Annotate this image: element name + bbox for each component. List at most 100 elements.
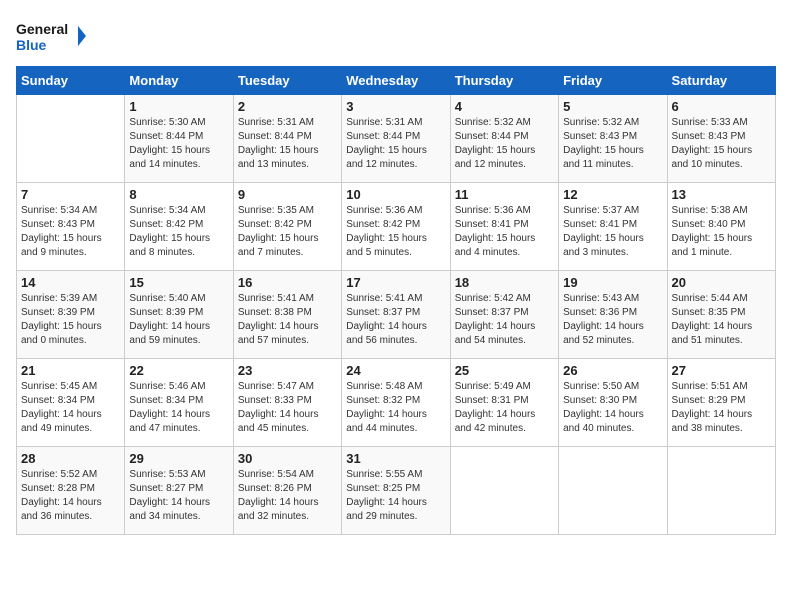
day-number: 18 <box>455 275 554 290</box>
day-header-monday: Monday <box>125 67 233 95</box>
calendar-week-row: 1Sunrise: 5:30 AMSunset: 8:44 PMDaylight… <box>17 95 776 183</box>
day-info: Sunrise: 5:55 AMSunset: 8:25 PMDaylight:… <box>346 468 445 524</box>
day-info: Sunrise: 5:41 AMSunset: 8:37 PMDaylight:… <box>346 292 445 348</box>
calendar-cell <box>667 447 775 535</box>
calendar-cell: 8 Sunrise: 5:34 AMSunset: 8:42 PMDaylight… <box>125 183 233 271</box>
calendar-cell: 23 Sunrise: 5:47 AMSunset: 8:33 PMDayligh… <box>233 359 341 447</box>
day-info: Sunrise: 5:32 AMSunset: 8:43 PMDaylight:… <box>563 116 662 172</box>
day-header-tuesday: Tuesday <box>233 67 341 95</box>
day-number: 5 <box>563 99 662 114</box>
day-info: Sunrise: 5:37 AMSunset: 8:41 PMDaylight:… <box>563 204 662 260</box>
calendar-table: SundayMondayTuesdayWednesdayThursdayFrid… <box>16 66 776 535</box>
day-number: 30 <box>238 451 337 466</box>
calendar-week-row: 14 Sunrise: 5:39 AMSunset: 8:39 PMDayligh… <box>17 271 776 359</box>
day-number: 14 <box>21 275 120 290</box>
day-info: Sunrise: 5:34 AMSunset: 8:43 PMDaylight:… <box>21 204 120 260</box>
calendar-cell: 31 Sunrise: 5:55 AMSunset: 8:25 PMDayligh… <box>342 447 450 535</box>
calendar-cell: 4Sunrise: 5:32 AMSunset: 8:44 PMDaylight… <box>450 95 558 183</box>
calendar-cell: 20 Sunrise: 5:44 AMSunset: 8:35 PMDayligh… <box>667 271 775 359</box>
day-info: Sunrise: 5:53 AMSunset: 8:27 PMDaylight:… <box>129 468 228 524</box>
day-number: 7 <box>21 187 120 202</box>
svg-text:Blue: Blue <box>16 37 47 53</box>
day-number: 29 <box>129 451 228 466</box>
day-info: Sunrise: 5:41 AMSunset: 8:38 PMDaylight:… <box>238 292 337 348</box>
day-info: Sunrise: 5:31 AMSunset: 8:44 PMDaylight:… <box>238 116 337 172</box>
day-info: Sunrise: 5:42 AMSunset: 8:37 PMDaylight:… <box>455 292 554 348</box>
calendar-cell: 24 Sunrise: 5:48 AMSunset: 8:32 PMDayligh… <box>342 359 450 447</box>
day-info: Sunrise: 5:43 AMSunset: 8:36 PMDaylight:… <box>563 292 662 348</box>
day-number: 13 <box>672 187 771 202</box>
day-number: 6 <box>672 99 771 114</box>
day-number: 28 <box>21 451 120 466</box>
day-number: 11 <box>455 187 554 202</box>
day-info: Sunrise: 5:45 AMSunset: 8:34 PMDaylight:… <box>21 380 120 436</box>
day-number: 23 <box>238 363 337 378</box>
day-info: Sunrise: 5:38 AMSunset: 8:40 PMDaylight:… <box>672 204 771 260</box>
day-number: 9 <box>238 187 337 202</box>
page-header: General Blue <box>16 16 776 56</box>
calendar-cell: 25 Sunrise: 5:49 AMSunset: 8:31 PMDayligh… <box>450 359 558 447</box>
day-header-friday: Friday <box>559 67 667 95</box>
calendar-cell: 6 Sunrise: 5:33 AMSunset: 8:43 PMDaylight… <box>667 95 775 183</box>
day-info: Sunrise: 5:39 AMSunset: 8:39 PMDaylight:… <box>21 292 120 348</box>
calendar-cell: 29 Sunrise: 5:53 AMSunset: 8:27 PMDayligh… <box>125 447 233 535</box>
day-info: Sunrise: 5:47 AMSunset: 8:33 PMDaylight:… <box>238 380 337 436</box>
calendar-cell: 26 Sunrise: 5:50 AMSunset: 8:30 PMDayligh… <box>559 359 667 447</box>
day-number: 2 <box>238 99 337 114</box>
calendar-cell: 16 Sunrise: 5:41 AMSunset: 8:38 PMDayligh… <box>233 271 341 359</box>
calendar-cell: 9Sunrise: 5:35 AMSunset: 8:42 PMDaylight… <box>233 183 341 271</box>
day-number: 10 <box>346 187 445 202</box>
day-header-sunday: Sunday <box>17 67 125 95</box>
svg-text:General: General <box>16 21 68 37</box>
calendar-cell: 27Sunrise: 5:51 AMSunset: 8:29 PMDayligh… <box>667 359 775 447</box>
day-number: 19 <box>563 275 662 290</box>
day-info: Sunrise: 5:40 AMSunset: 8:39 PMDaylight:… <box>129 292 228 348</box>
day-info: Sunrise: 5:54 AMSunset: 8:26 PMDaylight:… <box>238 468 337 524</box>
calendar-cell: 2 Sunrise: 5:31 AMSunset: 8:44 PMDaylight… <box>233 95 341 183</box>
day-info: Sunrise: 5:46 AMSunset: 8:34 PMDaylight:… <box>129 380 228 436</box>
calendar-cell: 28 Sunrise: 5:52 AMSunset: 8:28 PMDayligh… <box>17 447 125 535</box>
logo-svg: General Blue <box>16 16 86 56</box>
day-info: Sunrise: 5:51 AMSunset: 8:29 PMDaylight:… <box>672 380 771 436</box>
calendar-cell: 22 Sunrise: 5:46 AMSunset: 8:34 PMDayligh… <box>125 359 233 447</box>
calendar-cell <box>450 447 558 535</box>
day-info: Sunrise: 5:34 AMSunset: 8:42 PMDaylight:… <box>129 204 228 260</box>
day-number: 31 <box>346 451 445 466</box>
calendar-cell: 18 Sunrise: 5:42 AMSunset: 8:37 PMDayligh… <box>450 271 558 359</box>
day-number: 8 <box>129 187 228 202</box>
day-info: Sunrise: 5:33 AMSunset: 8:43 PMDaylight:… <box>672 116 771 172</box>
calendar-week-row: 28 Sunrise: 5:52 AMSunset: 8:28 PMDayligh… <box>17 447 776 535</box>
calendar-cell: 11 Sunrise: 5:36 AMSunset: 8:41 PMDayligh… <box>450 183 558 271</box>
calendar-cell: 30 Sunrise: 5:54 AMSunset: 8:26 PMDayligh… <box>233 447 341 535</box>
day-number: 16 <box>238 275 337 290</box>
calendar-cell <box>559 447 667 535</box>
day-info: Sunrise: 5:44 AMSunset: 8:35 PMDaylight:… <box>672 292 771 348</box>
calendar-cell: 17 Sunrise: 5:41 AMSunset: 8:37 PMDayligh… <box>342 271 450 359</box>
day-number: 12 <box>563 187 662 202</box>
day-number: 25 <box>455 363 554 378</box>
day-info: Sunrise: 5:48 AMSunset: 8:32 PMDaylight:… <box>346 380 445 436</box>
day-info: Sunrise: 5:49 AMSunset: 8:31 PMDaylight:… <box>455 380 554 436</box>
calendar-week-row: 21Sunrise: 5:45 AMSunset: 8:34 PMDayligh… <box>17 359 776 447</box>
calendar-cell: 1Sunrise: 5:30 AMSunset: 8:44 PMDaylight… <box>125 95 233 183</box>
calendar-cell: 7 Sunrise: 5:34 AMSunset: 8:43 PMDaylight… <box>17 183 125 271</box>
day-number: 22 <box>129 363 228 378</box>
day-info: Sunrise: 5:50 AMSunset: 8:30 PMDaylight:… <box>563 380 662 436</box>
day-info: Sunrise: 5:52 AMSunset: 8:28 PMDaylight:… <box>21 468 120 524</box>
day-info: Sunrise: 5:31 AMSunset: 8:44 PMDaylight:… <box>346 116 445 172</box>
calendar-cell: 10 Sunrise: 5:36 AMSunset: 8:42 PMDayligh… <box>342 183 450 271</box>
day-info: Sunrise: 5:36 AMSunset: 8:42 PMDaylight:… <box>346 204 445 260</box>
day-number: 24 <box>346 363 445 378</box>
day-info: Sunrise: 5:30 AMSunset: 8:44 PMDaylight:… <box>129 116 228 172</box>
day-number: 17 <box>346 275 445 290</box>
day-number: 20 <box>672 275 771 290</box>
calendar-cell: 13 Sunrise: 5:38 AMSunset: 8:40 PMDayligh… <box>667 183 775 271</box>
calendar-header-row: SundayMondayTuesdayWednesdayThursdayFrid… <box>17 67 776 95</box>
day-number: 4 <box>455 99 554 114</box>
calendar-cell: 5 Sunrise: 5:32 AMSunset: 8:43 PMDaylight… <box>559 95 667 183</box>
calendar-week-row: 7 Sunrise: 5:34 AMSunset: 8:43 PMDaylight… <box>17 183 776 271</box>
calendar-cell: 3Sunrise: 5:31 AMSunset: 8:44 PMDaylight… <box>342 95 450 183</box>
day-info: Sunrise: 5:36 AMSunset: 8:41 PMDaylight:… <box>455 204 554 260</box>
calendar-cell: 15Sunrise: 5:40 AMSunset: 8:39 PMDayligh… <box>125 271 233 359</box>
day-number: 26 <box>563 363 662 378</box>
